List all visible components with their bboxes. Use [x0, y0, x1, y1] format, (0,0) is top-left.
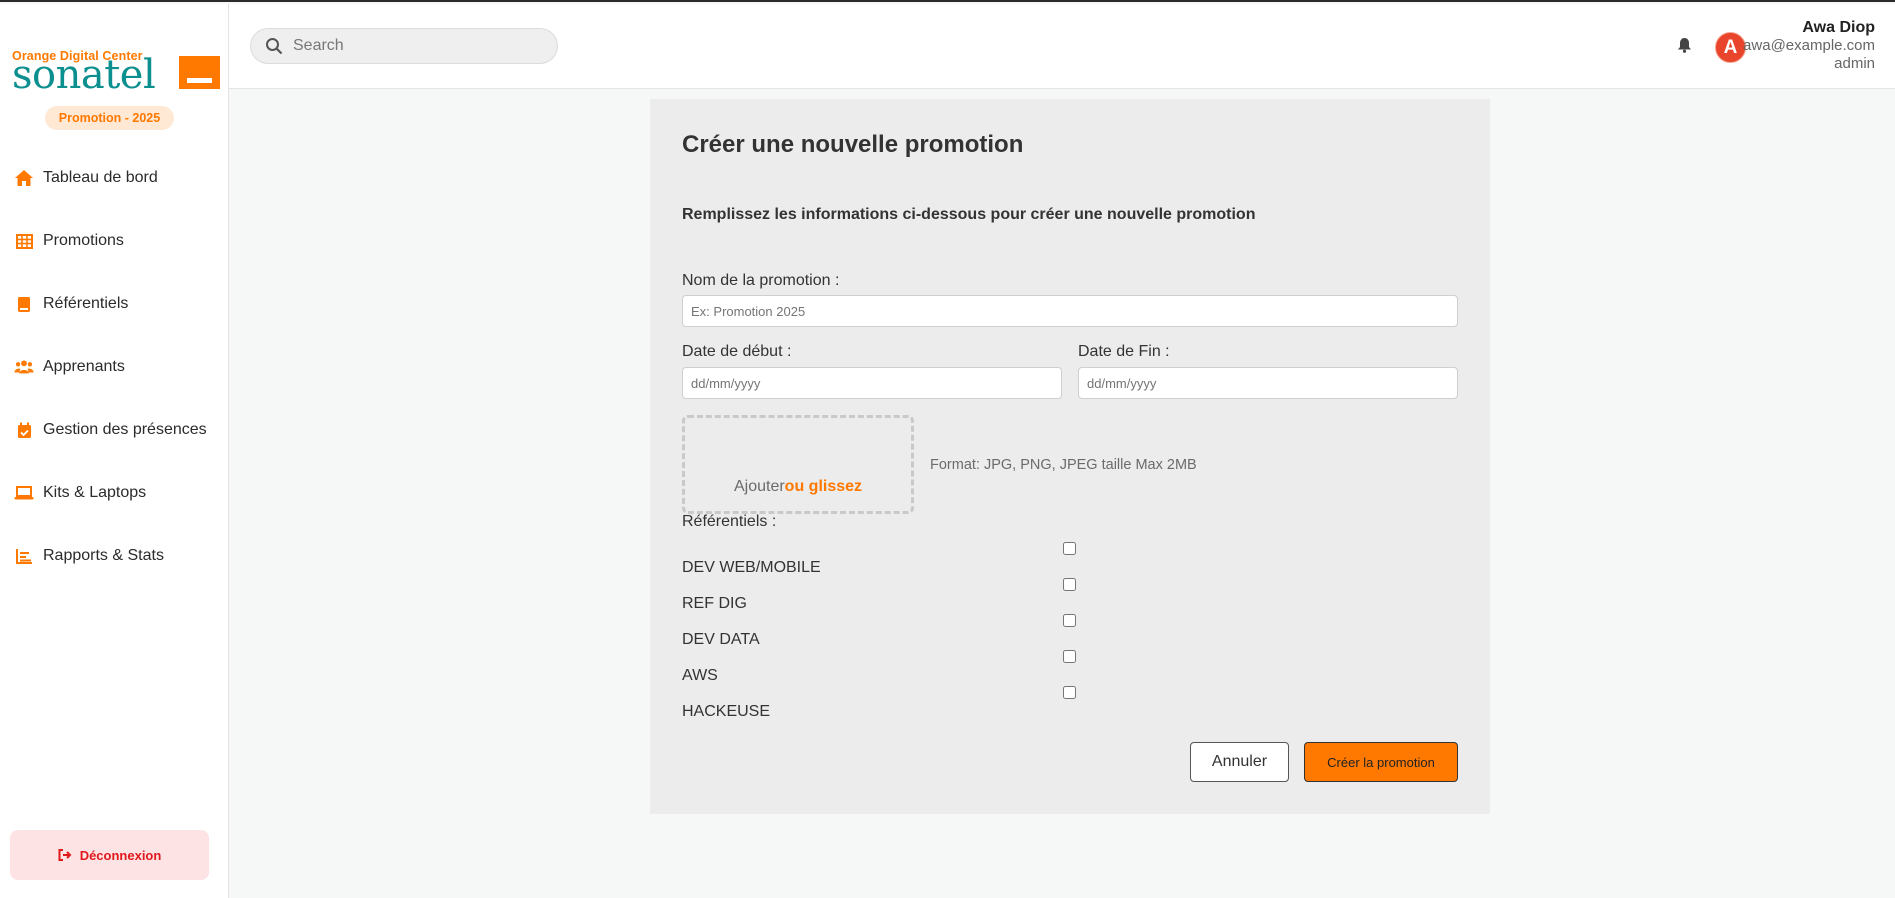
start-date-input[interactable] — [682, 367, 1062, 399]
logout-label: Déconnexion — [79, 847, 162, 863]
end-date-input[interactable] — [1078, 367, 1458, 399]
referentiel-name: AWS — [682, 667, 718, 684]
start-date-label: Date de début : — [682, 343, 792, 360]
sidebar-item-gestion-des-presences[interactable]: Gestion des présences — [0, 410, 229, 450]
search-bar[interactable] — [250, 28, 558, 64]
sidebar-item-apprenants[interactable]: Apprenants — [0, 347, 229, 387]
sidebar-item-label: Référentiels — [43, 295, 129, 312]
sidebar-item-referentiels[interactable]: Référentiels — [0, 284, 229, 324]
sidebar-item-label: Gestion des présences — [43, 421, 207, 438]
referentiel-row-dev-web-mobile: DEV WEB/MOBILE — [682, 542, 1082, 576]
bar-chart-icon — [14, 546, 34, 566]
referentiels-label: Référentiels : — [682, 513, 777, 530]
sidebar-item-rapports-stats[interactable]: Rapports & Stats — [0, 536, 229, 576]
sidebar-item-label: Tableau de bord — [43, 169, 158, 186]
bell-icon[interactable] — [1677, 37, 1692, 53]
referentiel-checkbox[interactable] — [1063, 686, 1076, 699]
dropzone-drag-text: ou glissez — [784, 478, 863, 495]
user-name: Awa Diop — [1802, 19, 1875, 36]
calendar-check-icon — [14, 420, 34, 440]
dropzone-text: Ajouterou glissez — [685, 478, 911, 496]
referentiel-checkbox[interactable] — [1063, 542, 1076, 555]
logo-main-text: sonatel — [12, 52, 156, 98]
upload-format-hint: Format: JPG, PNG, JPEG taille Max 2MB — [930, 457, 1197, 473]
user-email: awa@example.com — [1743, 37, 1875, 54]
create-promotion-card: Créer une nouvelle promotion Remplissez … — [650, 99, 1490, 814]
referentiel-row-aws: AWS — [682, 650, 1082, 684]
referentiel-name: DEV WEB/MOBILE — [682, 559, 821, 576]
users-icon — [14, 357, 34, 377]
promotion-name-label: Nom de la promotion : — [682, 272, 840, 289]
user-role: admin — [1834, 55, 1875, 72]
avatar[interactable]: A — [1715, 32, 1746, 63]
image-dropzone[interactable]: Ajouterou glissez — [682, 415, 914, 514]
book-icon — [14, 294, 34, 314]
end-date-label: Date de Fin : — [1078, 343, 1170, 360]
referentiel-name: HACKEUSE — [682, 703, 771, 720]
sidebar-item-tableau-de-bord[interactable]: Tableau de bord — [0, 158, 229, 198]
promotion-badge: Promotion - 2025 — [45, 106, 174, 130]
referentiel-checkbox[interactable] — [1063, 614, 1076, 627]
sidebar-item-kits-laptops[interactable]: Kits & Laptops — [0, 473, 229, 513]
create-promotion-button[interactable]: Créer la promotion — [1304, 742, 1458, 782]
referentiel-row-dev-data: DEV DATA — [682, 614, 1082, 648]
sidebar-item-promotions[interactable]: Promotions — [0, 221, 229, 261]
sidebar-item-label: Apprenants — [43, 358, 125, 375]
grid-icon — [14, 231, 34, 251]
sign-out-icon — [58, 849, 72, 861]
page-title: Créer une nouvelle promotion — [682, 131, 1024, 158]
search-icon — [265, 37, 283, 55]
referentiel-row-hackeuse: HACKEUSE — [682, 686, 1082, 720]
cancel-button[interactable]: Annuler — [1190, 742, 1289, 782]
logout-button[interactable]: Déconnexion — [10, 830, 209, 880]
sidebar: Orange Digital Center sonatel Promotion … — [0, 4, 229, 898]
referentiel-checkbox[interactable] — [1063, 578, 1076, 591]
search-input[interactable] — [293, 37, 533, 55]
orange-logo-icon — [179, 56, 220, 89]
referentiel-row-ref-dig: REF DIG — [682, 578, 1082, 612]
laptop-icon — [14, 483, 34, 503]
referentiel-name: REF DIG — [682, 595, 747, 612]
referentiel-name: DEV DATA — [682, 631, 760, 648]
user-info[interactable]: Awa Diop awa@example.com admin — [1743, 18, 1875, 73]
sidebar-item-label: Kits & Laptops — [43, 484, 147, 501]
referentiel-checkbox[interactable] — [1063, 650, 1076, 663]
sidebar-item-label: Rapports & Stats — [43, 547, 164, 564]
sonatel-logo[interactable]: Orange Digital Center sonatel — [12, 49, 222, 98]
promotion-name-input[interactable] — [682, 295, 1458, 327]
sidebar-item-label: Promotions — [43, 232, 124, 249]
top-header: A Awa Diop awa@example.com admin — [229, 4, 1895, 89]
form-subtitle: Remplissez les informations ci-dessous p… — [682, 206, 1256, 223]
home-icon — [14, 168, 34, 188]
dropzone-add-text: Ajouter — [733, 478, 785, 495]
